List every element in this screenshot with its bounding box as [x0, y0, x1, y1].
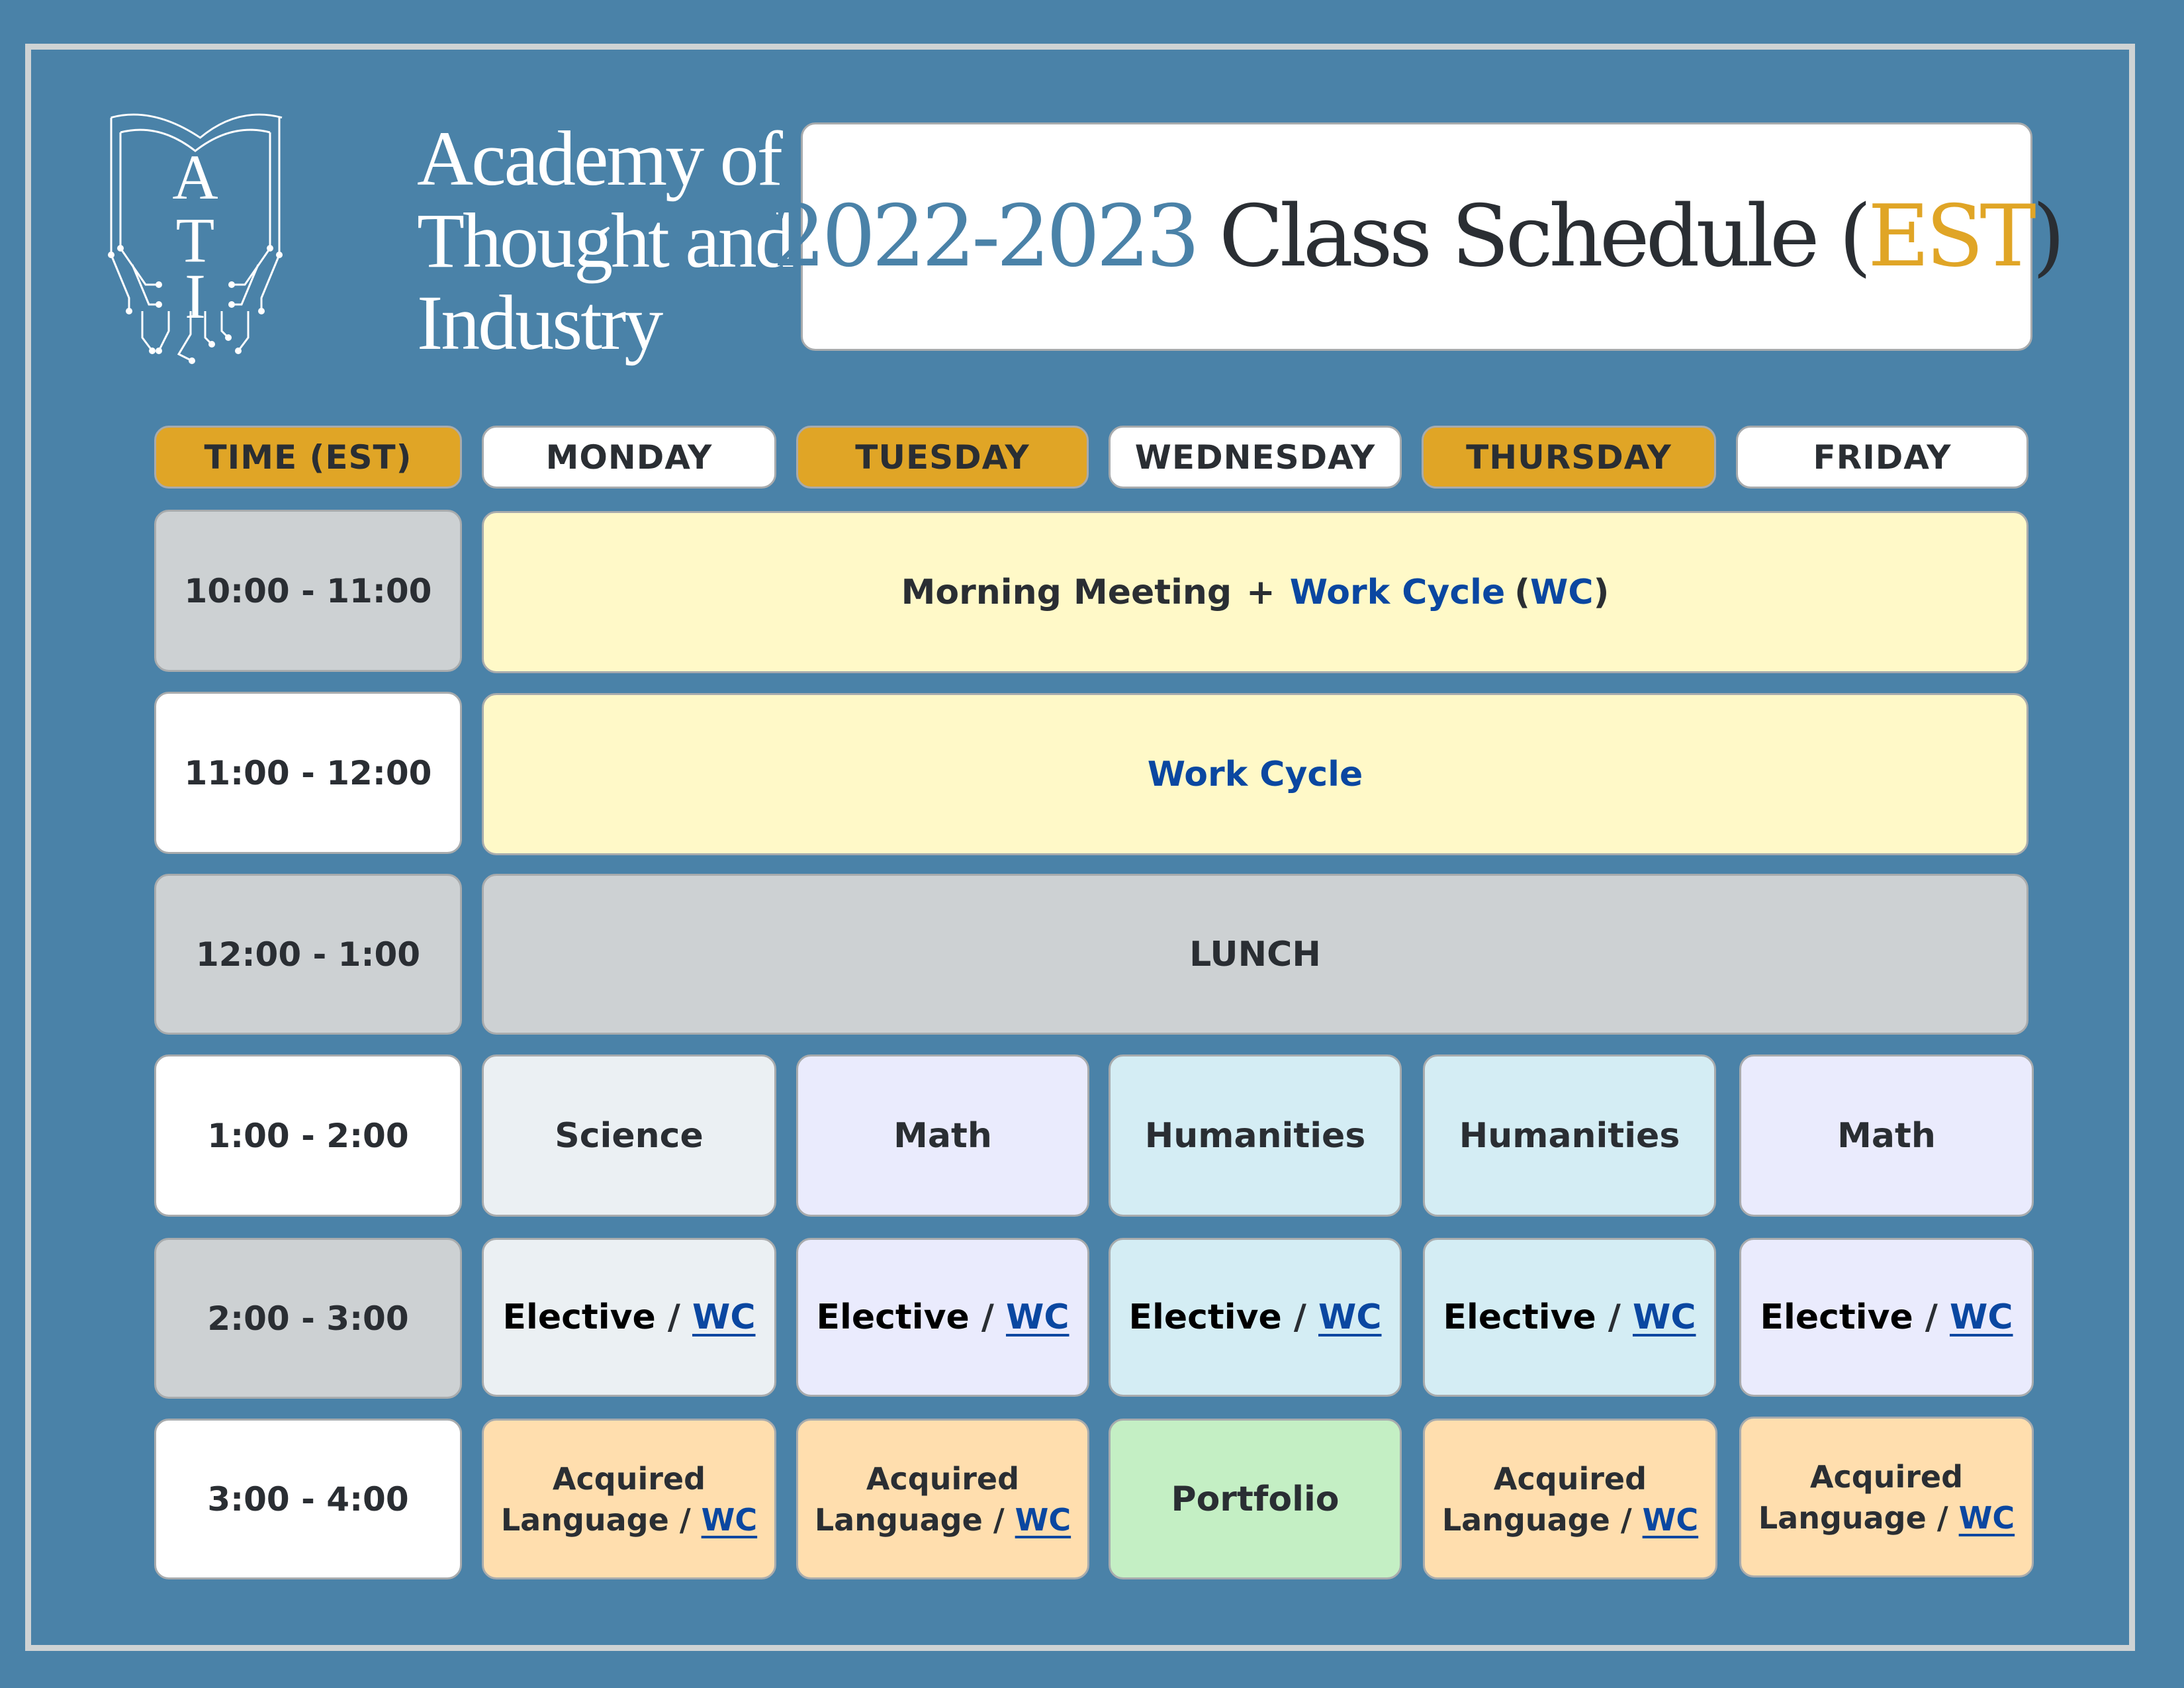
portfolio-cell-wednesday: Portfolio	[1109, 1419, 1402, 1579]
header-monday: MONDAY	[482, 426, 776, 489]
time-slot: 12:00 - 1:00	[154, 874, 462, 1035]
morning-meeting-block: Morning Meeting + Work Cycle (WC)	[482, 511, 2028, 673]
wc-link[interactable]: WC	[1959, 1500, 2015, 1536]
language-cell-thursday: Acquired Language / WC	[1423, 1419, 1717, 1579]
work-cycle-block: Work Cycle	[482, 693, 2028, 855]
school-logo: A T I Academy of Thought and Industry	[106, 113, 794, 364]
elective-cell-tuesday: Elective / WC	[796, 1238, 1089, 1397]
wc-link[interactable]: WC	[692, 1297, 756, 1337]
language-line-2: Language	[1758, 1499, 1927, 1536]
header-tuesday: TUESDAY	[796, 426, 1089, 489]
wc-link[interactable]: WC	[1643, 1502, 1699, 1538]
class-cell-friday: Math	[1739, 1055, 2034, 1217]
separator: /	[1293, 1297, 1306, 1337]
wc-link[interactable]: WC	[702, 1502, 758, 1538]
wc-paren-close: )	[1593, 572, 1610, 612]
time-slot: 3:00 - 4:00	[154, 1419, 462, 1579]
language-line-1: Acquired	[1493, 1460, 1647, 1497]
header-wednesday: WEDNESDAY	[1109, 426, 1402, 489]
language-line-1: Acquired	[866, 1460, 1020, 1497]
plus-sign: +	[1246, 572, 1275, 612]
title-timezone: EST	[1868, 187, 2036, 286]
school-name: Academy of Thought and Industry	[417, 115, 794, 366]
separator: /	[981, 1297, 994, 1337]
separator: /	[667, 1297, 680, 1337]
title-box: 2022-2023 Class Schedule (EST)	[772, 122, 2066, 351]
lunch-block: LUNCH	[482, 874, 2028, 1035]
class-cell-monday: Science	[482, 1055, 776, 1217]
elective-label: Elective	[1760, 1297, 1913, 1337]
school-name-line-2: Thought and	[417, 197, 794, 284]
book-shield-circuit-icon: A T I	[108, 113, 283, 364]
school-name-line-1: Academy of	[417, 115, 783, 202]
header-friday: FRIDAY	[1736, 426, 2028, 489]
language-line-2: Language	[500, 1501, 669, 1538]
elective-label: Elective	[1443, 1297, 1596, 1337]
time-slot: 11:00 - 12:00	[154, 692, 462, 854]
class-cell-tuesday: Math	[796, 1055, 1089, 1217]
language-cell-friday: Acquired Language / WC	[1739, 1417, 2034, 1577]
title-text: Class Schedule	[1218, 187, 1820, 286]
separator: /	[1620, 1501, 1632, 1538]
separator: /	[993, 1501, 1005, 1538]
header-time: TIME (EST)	[154, 426, 462, 489]
wc-link[interactable]: WC	[1015, 1502, 1071, 1538]
elective-label: Elective	[1128, 1297, 1282, 1337]
language-line-2: Language	[1441, 1501, 1610, 1538]
lunch-label: LUNCH	[1189, 934, 1321, 974]
elective-cell-monday: Elective / WC	[482, 1238, 776, 1397]
title-open-paren: (	[1839, 187, 1872, 286]
work-cycle-label: Work Cycle	[1147, 754, 1363, 794]
page-title: 2022-2023 Class Schedule (EST)	[772, 187, 2066, 286]
school-name-line-3: Industry	[417, 279, 663, 366]
elective-cell-friday: Elective / WC	[1739, 1238, 2034, 1397]
time-slot: 2:00 - 3:00	[154, 1238, 462, 1399]
class-cell-thursday: Humanities	[1423, 1055, 1716, 1217]
elective-cell-thursday: Elective / WC	[1423, 1238, 1716, 1397]
elective-label: Elective	[502, 1297, 656, 1337]
language-line-1: Acquired	[552, 1460, 706, 1497]
separator: /	[1608, 1297, 1621, 1337]
elective-cell-wednesday: Elective / WC	[1109, 1238, 1402, 1397]
language-line-1: Acquired	[1809, 1458, 1964, 1495]
time-slot: 1:00 - 2:00	[154, 1055, 462, 1217]
wc-paren-open: (	[1514, 572, 1531, 612]
title-close-paren: )	[2032, 187, 2066, 286]
logo-monogram-a: A	[172, 142, 218, 212]
wc-link[interactable]: WC	[1318, 1297, 1382, 1337]
title-years: 2022-2023	[772, 187, 1200, 286]
separator: /	[1925, 1297, 1938, 1337]
morning-meeting-label: Morning Meeting	[901, 572, 1232, 612]
time-slot: 10:00 - 11:00	[154, 510, 462, 672]
wc-link[interactable]: WC	[1006, 1297, 1069, 1337]
wc-link[interactable]: WC	[1633, 1297, 1696, 1337]
logo-monogram-i: I	[185, 261, 206, 332]
language-cell-monday: Acquired Language / WC	[482, 1419, 776, 1579]
separator: /	[1936, 1499, 1948, 1536]
header-thursday: THURSDAY	[1422, 426, 1716, 489]
language-cell-tuesday: Acquired Language / WC	[796, 1419, 1089, 1579]
class-cell-wednesday: Humanities	[1109, 1055, 1402, 1217]
language-line-2: Language	[814, 1501, 983, 1538]
elective-label: Elective	[816, 1297, 970, 1337]
wc-abbr: WC	[1530, 572, 1594, 612]
separator: /	[679, 1501, 691, 1538]
wc-link[interactable]: WC	[1950, 1297, 2013, 1337]
work-cycle-label: Work Cycle	[1289, 572, 1506, 612]
